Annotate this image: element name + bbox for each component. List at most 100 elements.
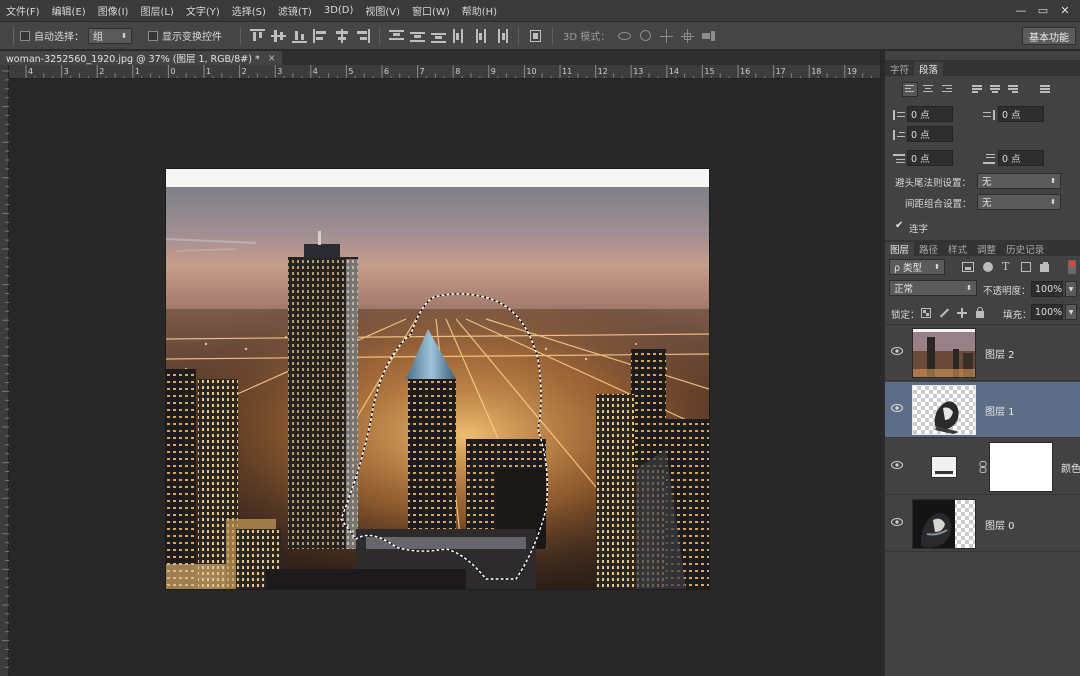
menu-file[interactable]: 文件(F) <box>0 3 46 18</box>
distribute-top-icon[interactable] <box>389 29 404 43</box>
distribute-right-icon[interactable] <box>494 28 509 43</box>
lock-position-move-icon[interactable] <box>956 308 968 318</box>
minimize-button[interactable]: — <box>1010 0 1032 20</box>
align-bottom-icon[interactable] <box>292 29 307 43</box>
lock-pixels-brush-icon[interactable] <box>938 308 950 318</box>
first-line-indent-field[interactable]: 0 点 <box>907 126 953 142</box>
tab-styles[interactable]: 样式 <box>943 242 972 256</box>
layer-name: 颜色 <box>1061 464 1080 475</box>
filter-shape-icon[interactable] <box>1020 262 1032 272</box>
filter-smart-object-icon[interactable] <box>1039 262 1051 272</box>
mojikumi-label: 间距组合设置： <box>905 199 972 210</box>
close-tab-icon[interactable]: × <box>268 53 276 64</box>
show-transform-checkbox[interactable] <box>148 30 158 41</box>
filter-type-icon[interactable]: T <box>1002 260 1009 273</box>
menu-help[interactable]: 帮助(H) <box>456 3 503 18</box>
3d-rotate-icon[interactable] <box>617 29 632 43</box>
layer-filter-kind[interactable]: ρ 类型 ⬍ <box>889 259 945 275</box>
layer-row[interactable]: 图层 0 <box>885 496 1080 552</box>
layer-name: 图层 2 <box>985 350 1015 361</box>
justify-all-icon[interactable] <box>1039 84 1051 94</box>
indent-left-field[interactable]: 0 点 <box>907 106 953 122</box>
tab-paragraph[interactable]: 段落 <box>914 62 944 76</box>
kinsoku-dropdown[interactable]: 无 ⬍ <box>977 173 1061 189</box>
align-left-text-icon[interactable] <box>902 82 918 97</box>
blend-mode-value: 正常 <box>894 284 914 295</box>
tab-character[interactable]: 字符 <box>885 62 914 76</box>
indent-right-field[interactable]: 0 点 <box>998 106 1044 122</box>
restore-button[interactable]: ▭ <box>1032 0 1054 20</box>
menu-filter[interactable]: 滤镜(T) <box>272 3 318 18</box>
dropdown-arrow-icon: ⬍ <box>121 31 127 40</box>
canvas-area[interactable] <box>9 79 880 676</box>
ruler-tick-label: 1 <box>135 67 140 76</box>
layer-row[interactable]: 图层 2 <box>885 325 1080 381</box>
filter-toggle-switch[interactable] <box>1068 260 1076 274</box>
3d-roll-icon[interactable] <box>638 29 653 43</box>
align-vcenter-icon[interactable] <box>271 29 286 43</box>
menu-select[interactable]: 选择(S) <box>226 3 272 18</box>
menu-image[interactable]: 图像(I) <box>92 3 135 18</box>
mojikumi-dropdown[interactable]: 无 ⬍ <box>977 194 1061 210</box>
hyphenate-checkbox[interactable]: ✔ <box>895 221 905 231</box>
3d-slide-icon[interactable] <box>680 28 695 43</box>
workspace-button[interactable]: 基本功能 <box>1022 27 1076 45</box>
layer-mask-link-icon[interactable] <box>979 461 987 473</box>
distribute-bottom-icon[interactable] <box>431 29 446 43</box>
fill-slider-arrow-icon[interactable]: ▼ <box>1065 304 1077 320</box>
ruler-tick-label: 3 <box>64 67 69 76</box>
visibility-eye-icon[interactable] <box>891 347 903 355</box>
distribute-left-icon[interactable] <box>452 28 467 43</box>
blend-mode-dropdown[interactable]: 正常 ⬍ <box>889 280 977 296</box>
document-image[interactable] <box>166 169 709 589</box>
align-top-icon[interactable] <box>250 28 265 43</box>
menu-edit[interactable]: 编辑(E) <box>46 3 92 18</box>
distribute-vcenter-icon[interactable] <box>410 29 425 43</box>
menu-window[interactable]: 窗口(W) <box>406 3 456 18</box>
auto-select-dropdown[interactable]: 组 ⬍ <box>88 27 132 44</box>
align-left-icon[interactable] <box>313 28 328 43</box>
tab-history[interactable]: 历史记录 <box>1001 242 1049 256</box>
close-window-button[interactable]: ✕ <box>1054 0 1076 20</box>
space-after-field[interactable]: 0 点 <box>998 150 1044 166</box>
menu-3d[interactable]: 3D(D) <box>318 5 360 16</box>
fill-field[interactable]: 100% <box>1031 304 1063 320</box>
justify-last-left-icon[interactable] <box>971 84 983 94</box>
justify-last-right-icon[interactable] <box>1007 84 1019 94</box>
opacity-field[interactable]: 100% <box>1031 281 1063 297</box>
ruler-tick-label: 6 <box>384 67 389 76</box>
align-hcenter-icon[interactable] <box>334 28 349 43</box>
document-title: woman-3252560_1920.jpg @ 37% (图层 1, RGB/… <box>6 54 260 65</box>
layer-mask-thumbnail[interactable] <box>989 442 1053 492</box>
document-tab[interactable]: woman-3252560_1920.jpg @ 37% (图层 1, RGB/… <box>0 51 282 65</box>
visibility-eye-icon[interactable] <box>891 404 903 412</box>
auto-align-icon[interactable] <box>528 29 543 43</box>
3d-scale-icon[interactable] <box>701 29 716 43</box>
filter-adjustment-icon[interactable] <box>982 262 994 272</box>
filter-pixel-icon[interactable] <box>962 262 974 272</box>
align-right-text-icon[interactable] <box>941 84 953 94</box>
justify-last-center-icon[interactable] <box>989 84 1001 94</box>
space-before-field[interactable]: 0 点 <box>907 150 953 166</box>
ruler-tick-label: 2 <box>99 67 104 76</box>
align-center-text-icon[interactable] <box>922 84 934 94</box>
lock-all-icon[interactable] <box>974 307 986 318</box>
tab-layers[interactable]: 图层 <box>885 242 915 256</box>
tab-paths[interactable]: 路径 <box>914 242 943 256</box>
visibility-eye-icon[interactable] <box>891 518 903 526</box>
3d-drag-icon[interactable] <box>659 28 674 43</box>
visibility-eye-icon[interactable] <box>891 461 903 469</box>
layer-row[interactable]: 图层 1 <box>885 382 1080 438</box>
align-right-icon[interactable] <box>355 28 370 43</box>
auto-select-checkbox[interactable] <box>20 30 30 41</box>
ruler-tick-label: 2 <box>242 67 247 76</box>
lock-transparent-icon[interactable] <box>920 308 932 318</box>
tab-adjustments[interactable]: 调整 <box>972 242 1001 256</box>
distribute-hcenter-icon[interactable] <box>473 28 488 43</box>
menu-view[interactable]: 视图(V) <box>359 3 406 18</box>
menu-layer[interactable]: 图层(L) <box>134 3 179 18</box>
indent-first-line-icon <box>893 130 905 140</box>
layer-row[interactable]: 颜色 <box>885 439 1080 495</box>
opacity-slider-arrow-icon[interactable]: ▼ <box>1065 281 1077 297</box>
menu-type[interactable]: 文字(Y) <box>180 3 226 18</box>
